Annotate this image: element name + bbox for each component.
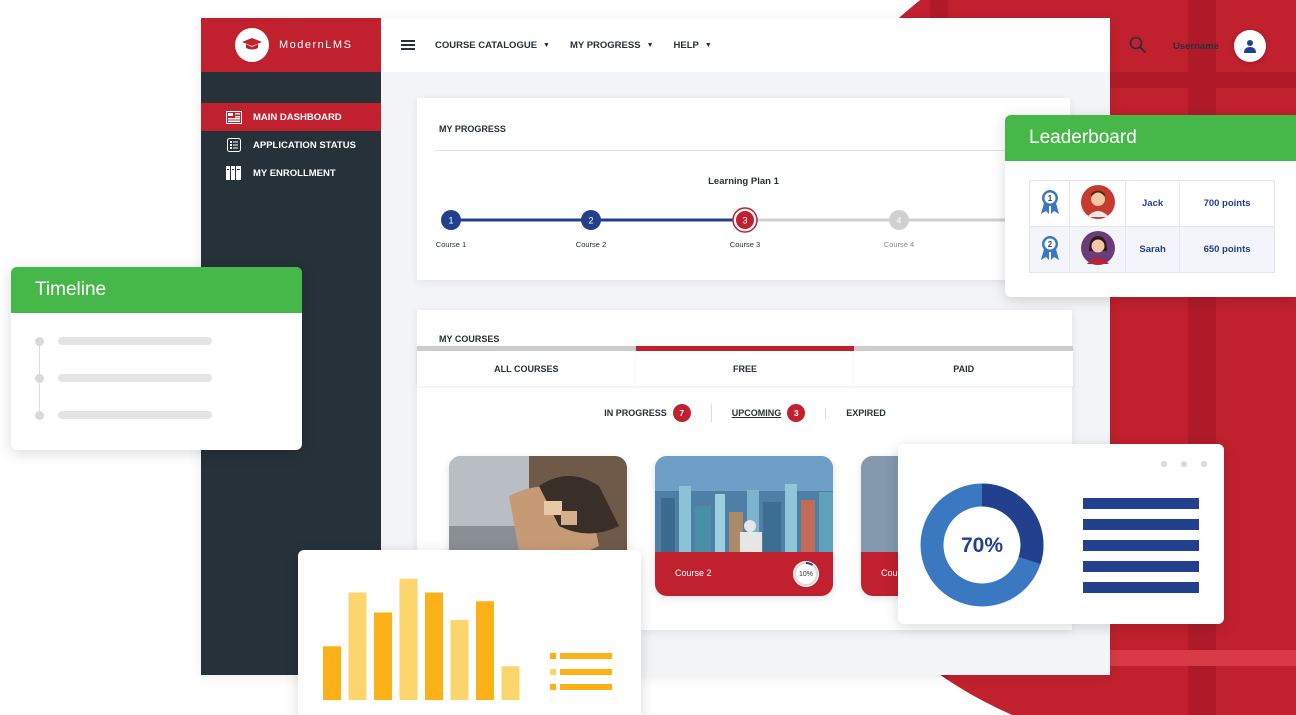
legend-list-icon (550, 653, 612, 690)
hamburger-menu-icon[interactable] (401, 40, 415, 50)
progress-step[interactable]: 4 Course 4 (884, 210, 914, 249)
tab-paid[interactable]: PAID (854, 346, 1074, 386)
avatar (1069, 180, 1126, 227)
leader-name: Jack (1124, 180, 1181, 227)
svg-text:1: 1 (448, 216, 453, 226)
svg-text:1: 1 (1047, 194, 1052, 203)
brand-header[interactable]: ModernLMS (201, 18, 381, 72)
learning-plan-label: Learning Plan 1 (708, 176, 779, 187)
marketing-composition: ModernLMS MAIN DASHBOARD APPLICATION STA… (0, 0, 1296, 715)
table-row[interactable]: 2 Sarah 650 points (1029, 226, 1275, 273)
leaderboard-table: 1 Jack 700 points 2 Sarah 650 points (1029, 180, 1275, 273)
menu-help[interactable]: HELP ▼ (674, 40, 712, 51)
checklist-icon (225, 138, 243, 152)
progress-step[interactable]: 2 Course 2 (576, 210, 606, 249)
bar-chart (323, 578, 612, 700)
legend-list-icon (1083, 498, 1199, 593)
course-card-footer: Course 2 10% (655, 552, 833, 596)
card-title: MY COURSES (439, 334, 500, 344)
sidebar-nav: MAIN DASHBOARD APPLICATION STATUS MY ENR… (201, 103, 381, 187)
svg-text:Course 1: Course 1 (436, 240, 466, 249)
course-name: Cou (881, 568, 898, 578)
tab-free[interactable]: FREE (635, 346, 855, 386)
svg-text:2: 2 (1047, 240, 1052, 249)
main-menu: COURSE CATALOGUE ▼ MY PROGRESS ▼ HELP ▼ (435, 40, 712, 51)
bar (399, 578, 418, 700)
leaderboard-title: Leaderboard (1005, 115, 1296, 161)
chevron-down-icon: ▼ (543, 41, 550, 49)
filter-upcoming[interactable]: UPCOMING 3 (710, 404, 826, 422)
svg-text:Course 3: Course 3 (730, 240, 760, 249)
progress-stepper: 1 Course 1 2 Course 2 3 Course 3 4 Course 4 (436, 207, 1070, 249)
course-name: Course 2 (675, 568, 712, 578)
donut-chart-card: 70% (898, 444, 1224, 624)
bar (374, 612, 392, 700)
rank-ribbon-icon: 1 (1029, 180, 1070, 227)
sidebar-item-label: MY ENROLLMENT (253, 167, 336, 179)
dashboard-icon (225, 110, 243, 124)
menu-course-catalogue[interactable]: COURSE CATALOGUE ▼ (435, 40, 550, 51)
window-dot-icon (1181, 461, 1187, 467)
username-label[interactable]: Username (1173, 41, 1219, 52)
bar (476, 601, 494, 700)
menu-my-progress[interactable]: MY PROGRESS ▼ (570, 40, 654, 51)
timeline-item-placeholder (35, 336, 212, 346)
progress-step[interactable]: 3 Course 3 (730, 207, 760, 249)
bar (425, 592, 443, 700)
donut-chart: 70% (920, 461, 1207, 607)
chevron-down-icon: ▼ (704, 41, 712, 49)
count-badge: 3 (787, 404, 806, 422)
bar (348, 592, 367, 700)
course-progress-ring: 10% (793, 561, 819, 587)
svg-text:Course 2: Course 2 (576, 240, 606, 249)
search-icon[interactable] (1129, 36, 1147, 54)
user-avatar-icon[interactable] (1234, 30, 1266, 62)
svg-text:2: 2 (588, 216, 593, 226)
svg-text:4: 4 (896, 216, 901, 226)
course-filters: IN PROGRESS 7 UPCOMING 3 EXPIRED (417, 404, 1073, 422)
bar (450, 620, 469, 700)
course-tabs: ALL COURSES FREE PAID (417, 346, 1074, 386)
timeline-item-placeholder (35, 410, 212, 420)
timeline-card: Timeline (11, 267, 302, 450)
course-card[interactable]: Course 2 10% (655, 456, 833, 596)
books-icon (225, 166, 243, 180)
brand-name: ModernLMS (279, 39, 353, 51)
sidebar-item-label: MAIN DASHBOARD (253, 111, 342, 123)
rank-ribbon-icon: 2 (1029, 226, 1070, 273)
leaderboard-card: Leaderboard 1 Jack 700 points 2 Sarah 65… (1005, 115, 1296, 297)
top-navigation-bar: COURSE CATALOGUE ▼ MY PROGRESS ▼ HELP ▼ Use… (381, 18, 1266, 72)
leader-points: 700 points (1179, 180, 1275, 227)
avatar (1069, 226, 1126, 273)
chevron-down-icon: ▼ (646, 41, 654, 49)
table-row[interactable]: 1 Jack 700 points (1029, 180, 1275, 227)
window-dot-icon (1161, 461, 1167, 467)
graduation-cap-icon (235, 28, 269, 62)
filter-in-progress[interactable]: IN PROGRESS 7 (584, 404, 711, 422)
svg-text:3: 3 (742, 216, 747, 226)
card-title: MY PROGRESS (439, 124, 506, 134)
sidebar-item-label: APPLICATION STATUS (253, 139, 356, 151)
sidebar-item-application-status[interactable]: APPLICATION STATUS (201, 131, 381, 159)
count-badge: 7 (672, 404, 691, 422)
window-dot-icon (1201, 461, 1207, 467)
timeline-title: Timeline (11, 267, 302, 313)
my-progress-card: MY PROGRESS Learning Plan 1 1 Course 1 2 C… (417, 98, 1070, 280)
leader-name: Sarah (1124, 226, 1181, 273)
leader-points: 650 points (1179, 226, 1275, 273)
filter-expired[interactable]: EXPIRED (825, 408, 906, 418)
tab-all-courses[interactable]: ALL COURSES (417, 346, 636, 386)
bar (501, 666, 520, 700)
donut-value-label: 70% (961, 534, 1003, 557)
progress-step[interactable]: 1 Course 1 (436, 210, 466, 249)
sidebar-item-main-dashboard[interactable]: MAIN DASHBOARD (201, 103, 381, 131)
course-thumbnail-city (655, 456, 833, 552)
bar (323, 646, 341, 700)
svg-text:Course 4: Course 4 (884, 240, 914, 249)
bar-chart-card (298, 550, 641, 715)
divider (435, 150, 1052, 151)
sidebar-item-my-enrollment[interactable]: MY ENROLLMENT (201, 159, 381, 187)
timeline-item-placeholder (35, 373, 212, 383)
